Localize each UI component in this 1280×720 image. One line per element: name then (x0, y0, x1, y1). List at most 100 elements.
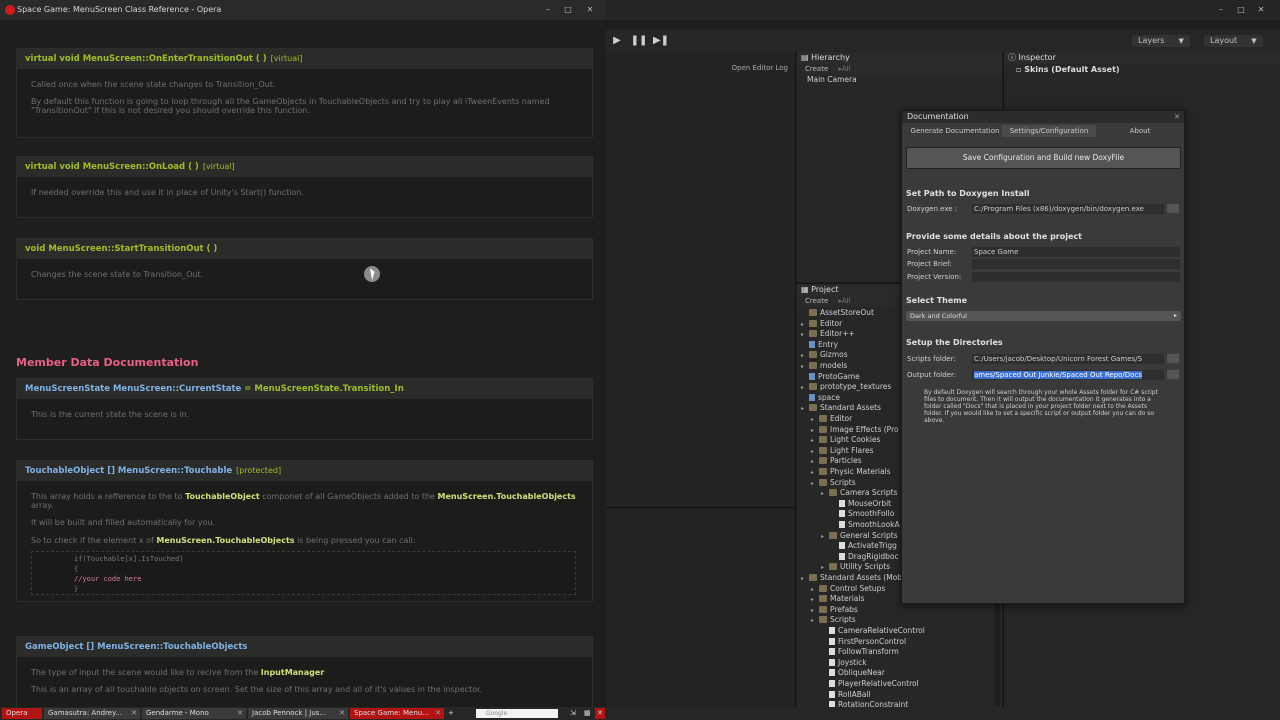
close-icon[interactable]: ✕ (237, 708, 243, 719)
expand-arrow-icon[interactable]: ▸ (801, 330, 809, 340)
grid-icon[interactable]: ⇲ (566, 708, 578, 719)
expand-arrow-icon[interactable]: ▸ (821, 563, 829, 573)
project-tree-item[interactable]: space (801, 393, 840, 403)
expand-arrow-icon[interactable]: ▸ (811, 415, 819, 425)
open-editor-log-button[interactable]: Open Editor Log (606, 62, 796, 74)
project-tree-item[interactable]: ▸ prototype_textures (801, 382, 891, 392)
expand-arrow-icon[interactable]: ▸ (811, 457, 819, 467)
save-configuration-button[interactable]: Save Configuration and Build new DoxyFil… (906, 147, 1181, 169)
project-brief-field[interactable] (972, 259, 1180, 269)
unity-minimize-icon[interactable]: – (1216, 5, 1226, 15)
scripts-folder-field[interactable]: C:/Users/jacob/Desktop/Unicorn Forest Ga… (972, 354, 1164, 364)
taskbar-item[interactable]: Jacob Pennock | Jus... ✕ (248, 708, 348, 719)
theme-dropdown[interactable]: Dark and Colorful ▸ (906, 311, 1181, 321)
page-content[interactable]: virtual void MenuScreen::OnEnterTransiti… (0, 20, 606, 707)
menu-icon[interactable]: ▦ (580, 708, 592, 719)
close-icon[interactable]: ✕ (595, 708, 605, 719)
expand-arrow-icon[interactable]: ▸ (811, 468, 819, 478)
project-tree-item[interactable]: Entry (801, 340, 838, 350)
project-name-field[interactable]: Space Game (972, 247, 1180, 257)
link-touchable-object[interactable]: TouchableObject (185, 492, 260, 501)
project-tree-item[interactable]: ▸ Control Setups (811, 584, 885, 594)
project-tree-item[interactable]: CameraRelativeControl (821, 626, 925, 636)
project-tree-item[interactable]: ▸ models (801, 361, 847, 371)
project-tree-item[interactable]: ▸ Scripts (811, 615, 856, 625)
hierarchy-item[interactable]: Main Camera (807, 75, 857, 85)
expand-arrow-icon[interactable]: ▸ (801, 404, 809, 414)
minimize-icon[interactable]: – (543, 5, 553, 15)
project-tree-item[interactable]: FollowTransform (821, 647, 899, 657)
project-tree-item[interactable]: ObliqueNear (821, 668, 885, 678)
project-tree-item[interactable]: ▸ Editor++ (801, 329, 855, 339)
project-tree-item[interactable]: ▸ Light Flares (811, 446, 874, 456)
browse-output-button[interactable] (1167, 370, 1179, 379)
hierarchy-search-input[interactable]: ▸All (839, 65, 851, 73)
taskbar-item[interactable]: Opera (2, 708, 42, 719)
play-icon[interactable]: ▶ (607, 34, 627, 48)
expand-arrow-icon[interactable]: ▸ (811, 606, 819, 616)
taskbar-item[interactable]: Space Game: Menu... ✕ (350, 708, 444, 719)
layout-dropdown[interactable]: Layout ▼ (1204, 35, 1263, 47)
project-tree-item[interactable]: ▸ Materials (811, 594, 864, 604)
layers-dropdown[interactable]: Layers ▼ (1132, 35, 1190, 47)
expand-arrow-icon[interactable]: ▸ (811, 616, 819, 626)
project-tree-item[interactable]: DragRigidboc (831, 552, 899, 562)
close-icon[interactable]: ✕ (131, 708, 137, 719)
project-tree-item[interactable]: ▸ Gizmos (801, 350, 848, 360)
project-tree-item[interactable]: ProtoGame (801, 372, 860, 382)
project-tree-item[interactable]: AssetStoreOut (801, 308, 874, 318)
new-tab-icon[interactable]: + (446, 708, 458, 719)
project-tree-item[interactable]: Joystick (821, 658, 867, 668)
taskbar-item[interactable]: Gamasutra: Andrey... ✕ (44, 708, 140, 719)
expand-arrow-icon[interactable]: ▸ (801, 574, 809, 584)
close-icon[interactable]: ✕ (339, 708, 345, 719)
expand-arrow-icon[interactable]: ▸ (811, 436, 819, 446)
project-tree-item[interactable]: PlayerRelativeControl (821, 679, 919, 689)
opera-title-bar[interactable]: Space Game: MenuScreen Class Reference -… (0, 0, 606, 20)
output-folder-field[interactable]: ames/Spaced Out Junkie/Spaced Out Repo/D… (972, 370, 1164, 380)
project-tree-item[interactable]: ▸ Prefabs (811, 605, 858, 615)
project-tree-item[interactable]: ▸ Image Effects (Pro (811, 425, 899, 435)
expand-arrow-icon[interactable]: ▸ (811, 595, 819, 605)
project-tree-item[interactable]: ▸ Editor (801, 319, 842, 329)
pause-icon[interactable]: ❚❚ (629, 34, 649, 48)
step-icon[interactable]: ▶❚ (651, 34, 671, 48)
unity-maximize-icon[interactable]: □ (1236, 5, 1246, 15)
project-tree-item[interactable]: ▸ Editor (811, 414, 852, 424)
browse-doxygen-button[interactable] (1167, 204, 1179, 213)
project-tree-item[interactable]: SmoothLookA (831, 520, 900, 530)
expand-arrow-icon[interactable]: ▸ (801, 383, 809, 393)
project-tree-item[interactable]: ▸ Standard Assets (Mob (801, 573, 902, 583)
maximize-icon[interactable]: □ (563, 5, 573, 15)
project-tree-item[interactable]: ▸ Light Cookies (811, 435, 880, 445)
hierarchy-tab[interactable]: ▤ Hierarchy (797, 52, 1002, 64)
project-tree-item[interactable]: RollABall (821, 690, 871, 700)
close-icon[interactable]: ✕ (585, 5, 595, 15)
expand-arrow-icon[interactable]: ▸ (811, 447, 819, 457)
project-tree-item[interactable]: SmoothFollo (831, 509, 894, 519)
project-tree-item[interactable]: FirstPersonControl (821, 637, 906, 647)
close-icon[interactable]: ✕ (1174, 111, 1180, 123)
project-tree-item[interactable]: ▸ Utility Scripts (821, 562, 890, 572)
expand-arrow-icon[interactable]: ▸ (821, 489, 829, 499)
expand-arrow-icon[interactable]: ▸ (801, 362, 809, 372)
project-create-button[interactable]: Create (805, 297, 828, 305)
tab-about[interactable]: About (1096, 125, 1184, 137)
project-tree-item[interactable]: ▸ Particles (811, 456, 862, 466)
unity-close-icon[interactable]: ✕ (1256, 5, 1266, 15)
browse-scripts-button[interactable] (1167, 354, 1179, 363)
tab-settings-configuration[interactable]: Settings/Configuration (1002, 125, 1096, 137)
expand-arrow-icon[interactable]: ▸ (801, 351, 809, 361)
expand-arrow-icon[interactable]: ▸ (821, 532, 829, 542)
project-tree-item[interactable]: MouseOrbit (831, 499, 891, 509)
search-input[interactable]: Google (476, 709, 558, 718)
hierarchy-create-button[interactable]: Create (805, 65, 828, 73)
project-tree-item[interactable]: ActivateTrigg (831, 541, 897, 551)
project-tree-item[interactable]: ▸ Physic Materials (811, 467, 891, 477)
project-search-input[interactable]: ▸All (839, 297, 851, 305)
expand-arrow-icon[interactable]: ▸ (811, 585, 819, 595)
link-menu-screen-touchable-objects[interactable]: MenuScreen.TouchableObjects (438, 492, 576, 501)
link-menu-screen-touchable-objects[interactable]: MenuScreen.TouchableObjects (156, 536, 294, 545)
documentation-window-title[interactable]: Documentation ✕ (902, 111, 1184, 123)
link-input-manager[interactable]: InputManager (261, 668, 324, 677)
